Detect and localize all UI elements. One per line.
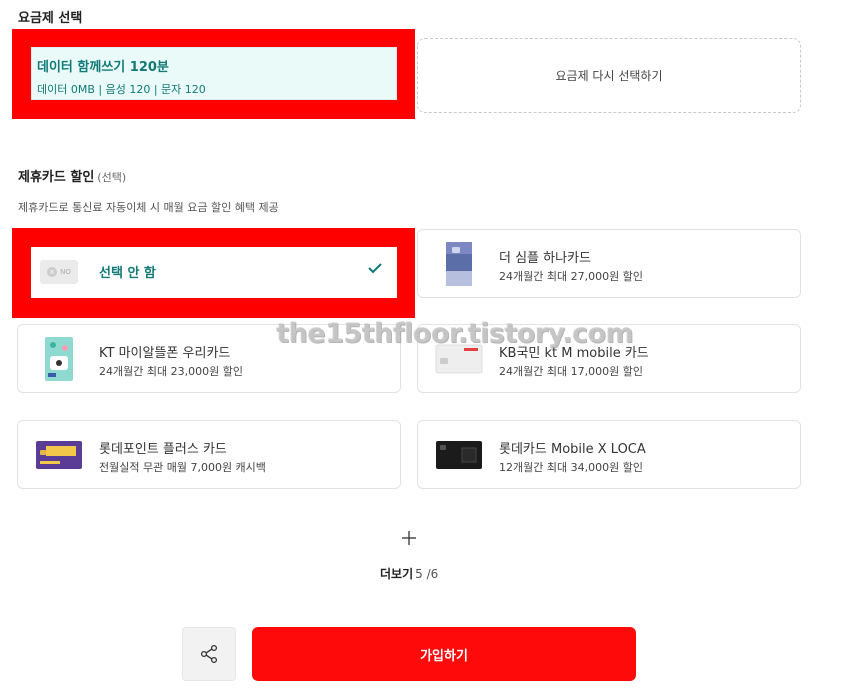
- more-button[interactable]: 더보기 5 /6: [380, 565, 438, 582]
- card-name: KT 마이알뜰폰 우리카드: [99, 346, 231, 361]
- card-benefit: 24개월간 최대 17,000원 할인: [499, 365, 643, 378]
- card-benefit: 전월실적 무관 매월 7,000원 캐시백: [99, 461, 266, 474]
- card-section-optional: (선택): [97, 171, 127, 184]
- card-section-description: 제휴카드로 통신료 자동이체 시 매월 요금 할인 혜택 제공: [18, 201, 279, 214]
- card-section-title-text: 제휴카드 할인: [18, 170, 95, 185]
- more-count: 5 /6: [415, 567, 439, 581]
- reselect-plan-label: 요금제 다시 선택하기: [555, 69, 663, 83]
- hana-card-image: [446, 241, 472, 286]
- card-benefit: 24개월간 최대 23,000원 할인: [99, 365, 243, 378]
- card-benefit: 24개월간 최대 27,000원 할인: [499, 270, 643, 283]
- no-card-badge: × NO: [40, 260, 78, 284]
- loca-card-image: [436, 440, 482, 469]
- reselect-plan-button[interactable]: 요금제 다시 선택하기: [417, 38, 801, 113]
- no-select-label: 선택 안 함: [99, 266, 156, 281]
- selected-plan-card[interactable]: 데이터 함께쓰기 120분 데이터 0MB | 음성 120 | 문자 120: [31, 47, 397, 100]
- join-button[interactable]: 가입하기: [252, 627, 636, 681]
- share-button[interactable]: [182, 627, 236, 681]
- plus-icon[interactable]: [401, 530, 417, 546]
- share-icon: [200, 644, 218, 664]
- card-option-lotte-point[interactable]: 롯데포인트 플러스 카드 전월실적 무관 매월 7,000원 캐시백: [17, 420, 401, 489]
- plan-section-title: 요금제 선택: [18, 11, 83, 26]
- check-icon: [368, 263, 382, 274]
- card-section-title: 제휴카드 할인 (선택): [18, 166, 126, 185]
- card-option-lotte-loca[interactable]: 롯데카드 Mobile X LOCA 12개월간 최대 34,000원 할인: [417, 420, 801, 489]
- woori-card-image: [45, 336, 73, 381]
- card-option-none[interactable]: × NO 선택 안 함: [31, 247, 397, 298]
- card-name: 더 심플 하나카드: [499, 251, 591, 266]
- selected-plan-detail: 데이터 0MB | 음성 120 | 문자 120: [37, 83, 206, 96]
- card-name: 롯데카드 Mobile X LOCA: [499, 442, 646, 457]
- lotte-point-card-image: [36, 440, 82, 469]
- x-circle-icon: ×: [47, 267, 58, 277]
- card-benefit: 12개월간 최대 34,000원 할인: [499, 461, 643, 474]
- more-label: 더보기: [380, 567, 414, 581]
- card-option-hana[interactable]: 더 심플 하나카드 24개월간 최대 27,000원 할인: [417, 229, 801, 298]
- no-badge-label: NO: [60, 268, 71, 276]
- watermark-text: the15thfloor.tistory.com: [276, 318, 634, 349]
- selected-plan-name: 데이터 함께쓰기 120분: [37, 60, 169, 75]
- card-name: 롯데포인트 플러스 카드: [99, 442, 227, 457]
